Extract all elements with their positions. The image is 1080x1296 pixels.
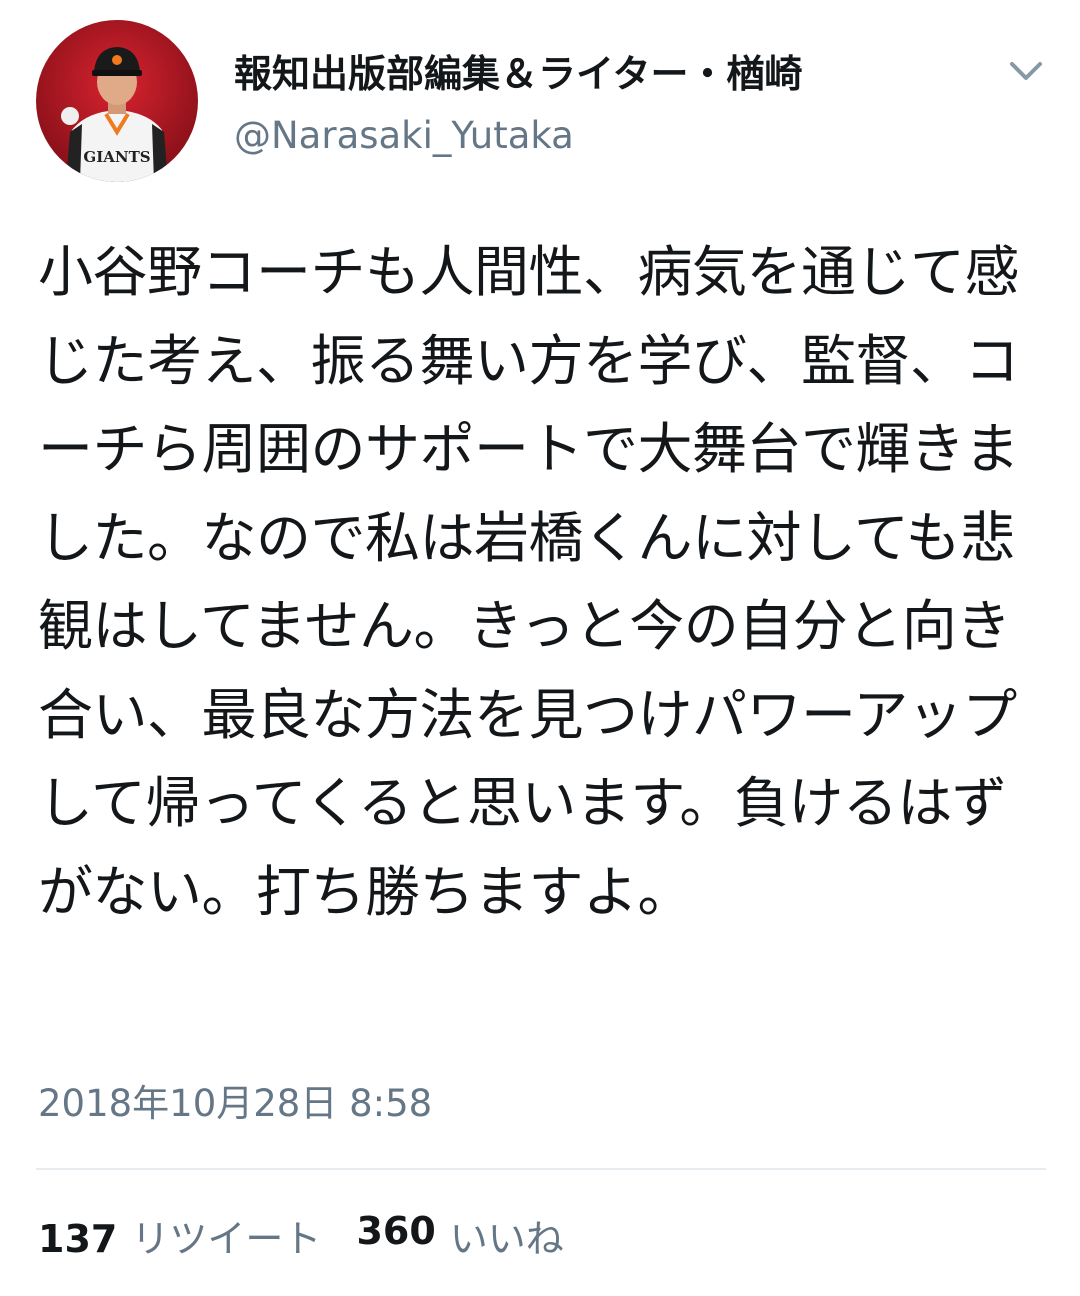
retweets-label: リツイート [131, 1217, 322, 1261]
tweet-text: 小谷野コーチも人間性、病気を通じて感じた考え、振る舞い方を学び、監督、コーチら周… [38, 240, 1020, 924]
engagement-stats: 137 リツイート 360 いいね [38, 1208, 564, 1268]
avatar-jersey-text: GIANTS [83, 148, 150, 166]
avatar[interactable]: GIANTS [36, 20, 198, 182]
divider [36, 1168, 1046, 1170]
retweets-count: 137 [38, 1217, 118, 1261]
timestamp[interactable]: 2018年10月28日 8:58 [38, 1078, 432, 1130]
chevron-down-icon[interactable] [1006, 56, 1046, 86]
display-name[interactable]: 報知出版部編集＆ライター・楢崎 [234, 48, 934, 100]
handle[interactable]: @Narasaki_Yutaka [234, 110, 934, 162]
likes-label: いいね [449, 1217, 564, 1261]
tweet-header: GIANTS 報知出版部編集＆ライター・楢崎 @Narasaki_Yutaka [36, 20, 1046, 190]
likes-count: 360 [356, 1209, 436, 1253]
likes-stat[interactable]: 360 いいね [356, 1200, 563, 1261]
author-info: 報知出版部編集＆ライター・楢崎 @Narasaki_Yutaka [234, 48, 934, 162]
avatar-image: GIANTS [36, 20, 198, 182]
retweets-stat[interactable]: 137 リツイート [38, 1208, 321, 1263]
